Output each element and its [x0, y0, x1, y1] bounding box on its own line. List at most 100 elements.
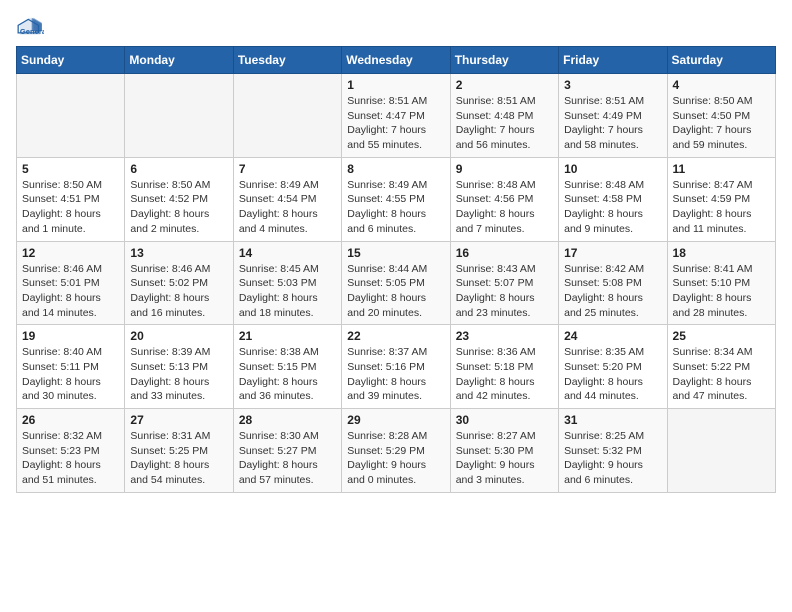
calendar-cell — [17, 74, 125, 158]
calendar-cell: 16 Sunrise: 8:43 AM Sunset: 5:07 PM Dayli… — [450, 241, 558, 325]
calendar-table: SundayMondayTuesdayWednesdayThursdayFrid… — [16, 46, 776, 493]
day-content: Sunrise: 8:51 AM Sunset: 4:48 PM Dayligh… — [456, 94, 553, 153]
calendar-cell: 14 Sunrise: 8:45 AM Sunset: 5:03 PM Dayli… — [233, 241, 341, 325]
calendar-cell: 29 Sunrise: 8:28 AM Sunset: 5:29 PM Dayli… — [342, 409, 450, 493]
day-content: Sunrise: 8:51 AM Sunset: 4:49 PM Dayligh… — [564, 94, 661, 153]
calendar-cell: 27 Sunrise: 8:31 AM Sunset: 5:25 PM Dayli… — [125, 409, 233, 493]
day-content: Sunrise: 8:37 AM Sunset: 5:16 PM Dayligh… — [347, 345, 444, 404]
calendar-week-row: 5Sunrise: 8:50 AM Sunset: 4:51 PM Daylig… — [17, 157, 776, 241]
day-content: Sunrise: 8:36 AM Sunset: 5:18 PM Dayligh… — [456, 345, 553, 404]
day-content: Sunrise: 8:44 AM Sunset: 5:05 PM Dayligh… — [347, 262, 444, 321]
day-number: 16 — [456, 246, 553, 260]
day-number: 20 — [130, 329, 227, 343]
day-content: Sunrise: 8:51 AM Sunset: 4:47 PM Dayligh… — [347, 94, 444, 153]
calendar-cell: 19Sunrise: 8:40 AM Sunset: 5:11 PM Dayli… — [17, 325, 125, 409]
day-number: 4 — [673, 78, 770, 92]
weekday-header: Tuesday — [233, 47, 341, 74]
day-content: Sunrise: 8:35 AM Sunset: 5:20 PM Dayligh… — [564, 345, 661, 404]
calendar-cell — [233, 74, 341, 158]
day-content: Sunrise: 8:49 AM Sunset: 4:54 PM Dayligh… — [239, 178, 336, 237]
day-number: 18 — [673, 246, 770, 260]
day-content: Sunrise: 8:45 AM Sunset: 5:03 PM Dayligh… — [239, 262, 336, 321]
day-number: 23 — [456, 329, 553, 343]
weekday-header: Wednesday — [342, 47, 450, 74]
calendar-cell: 18 Sunrise: 8:41 AM Sunset: 5:10 PM Dayli… — [667, 241, 775, 325]
day-number: 17 — [564, 246, 661, 260]
day-content: Sunrise: 8:25 AM Sunset: 5:32 PM Dayligh… — [564, 429, 661, 488]
day-number: 8 — [347, 162, 444, 176]
day-content: Sunrise: 8:41 AM Sunset: 5:10 PM Dayligh… — [673, 262, 770, 321]
day-number: 29 — [347, 413, 444, 427]
calendar-cell: 8 Sunrise: 8:49 AM Sunset: 4:55 PM Daylig… — [342, 157, 450, 241]
calendar-week-row: 19Sunrise: 8:40 AM Sunset: 5:11 PM Dayli… — [17, 325, 776, 409]
day-content: Sunrise: 8:32 AM Sunset: 5:23 PM Dayligh… — [22, 429, 119, 488]
day-content: Sunrise: 8:46 AM Sunset: 5:01 PM Dayligh… — [22, 262, 119, 321]
day-number: 14 — [239, 246, 336, 260]
day-number: 19 — [22, 329, 119, 343]
calendar-cell: 5Sunrise: 8:50 AM Sunset: 4:51 PM Daylig… — [17, 157, 125, 241]
day-content: Sunrise: 8:27 AM Sunset: 5:30 PM Dayligh… — [456, 429, 553, 488]
calendar-cell: 12 Sunrise: 8:46 AM Sunset: 5:01 PM Dayli… — [17, 241, 125, 325]
day-number: 12 — [22, 246, 119, 260]
weekday-header: Monday — [125, 47, 233, 74]
day-number: 1 — [347, 78, 444, 92]
day-number: 27 — [130, 413, 227, 427]
day-content: Sunrise: 8:46 AM Sunset: 5:02 PM Dayligh… — [130, 262, 227, 321]
day-content: Sunrise: 8:48 AM Sunset: 4:56 PM Dayligh… — [456, 178, 553, 237]
logo: General — [16, 16, 48, 38]
weekday-header: Thursday — [450, 47, 558, 74]
day-number: 3 — [564, 78, 661, 92]
day-number: 25 — [673, 329, 770, 343]
calendar-cell: 31 Sunrise: 8:25 AM Sunset: 5:32 PM Dayli… — [559, 409, 667, 493]
weekday-header: Saturday — [667, 47, 775, 74]
day-content: Sunrise: 8:42 AM Sunset: 5:08 PM Dayligh… — [564, 262, 661, 321]
day-content: Sunrise: 8:49 AM Sunset: 4:55 PM Dayligh… — [347, 178, 444, 237]
day-number: 21 — [239, 329, 336, 343]
calendar-week-row: 26 Sunrise: 8:32 AM Sunset: 5:23 PM Dayli… — [17, 409, 776, 493]
page-header: General — [16, 16, 776, 38]
calendar-cell: 30Sunrise: 8:27 AM Sunset: 5:30 PM Dayli… — [450, 409, 558, 493]
calendar-cell: 1 Sunrise: 8:51 AM Sunset: 4:47 PM Daylig… — [342, 74, 450, 158]
calendar-cell: 17 Sunrise: 8:42 AM Sunset: 5:08 PM Dayli… — [559, 241, 667, 325]
day-number: 6 — [130, 162, 227, 176]
day-content: Sunrise: 8:48 AM Sunset: 4:58 PM Dayligh… — [564, 178, 661, 237]
calendar-cell: 9 Sunrise: 8:48 AM Sunset: 4:56 PM Daylig… — [450, 157, 558, 241]
day-number: 26 — [22, 413, 119, 427]
day-number: 22 — [347, 329, 444, 343]
day-content: Sunrise: 8:50 AM Sunset: 4:50 PM Dayligh… — [673, 94, 770, 153]
svg-text:General: General — [20, 27, 44, 36]
calendar-cell: 3 Sunrise: 8:51 AM Sunset: 4:49 PM Daylig… — [559, 74, 667, 158]
calendar-cell: 26 Sunrise: 8:32 AM Sunset: 5:23 PM Dayli… — [17, 409, 125, 493]
calendar-cell: 28Sunrise: 8:30 AM Sunset: 5:27 PM Dayli… — [233, 409, 341, 493]
day-content: Sunrise: 8:38 AM Sunset: 5:15 PM Dayligh… — [239, 345, 336, 404]
calendar-cell: 2 Sunrise: 8:51 AM Sunset: 4:48 PM Daylig… — [450, 74, 558, 158]
day-number: 28 — [239, 413, 336, 427]
calendar-cell: 10 Sunrise: 8:48 AM Sunset: 4:58 PM Dayli… — [559, 157, 667, 241]
calendar-cell: 21 Sunrise: 8:38 AM Sunset: 5:15 PM Dayli… — [233, 325, 341, 409]
day-number: 11 — [673, 162, 770, 176]
day-number: 31 — [564, 413, 661, 427]
calendar-cell: 13Sunrise: 8:46 AM Sunset: 5:02 PM Dayli… — [125, 241, 233, 325]
day-number: 2 — [456, 78, 553, 92]
day-number: 5 — [22, 162, 119, 176]
day-content: Sunrise: 8:47 AM Sunset: 4:59 PM Dayligh… — [673, 178, 770, 237]
day-number: 9 — [456, 162, 553, 176]
day-content: Sunrise: 8:43 AM Sunset: 5:07 PM Dayligh… — [456, 262, 553, 321]
calendar-cell: 20 Sunrise: 8:39 AM Sunset: 5:13 PM Dayli… — [125, 325, 233, 409]
day-content: Sunrise: 8:31 AM Sunset: 5:25 PM Dayligh… — [130, 429, 227, 488]
day-number: 10 — [564, 162, 661, 176]
calendar-cell: 25Sunrise: 8:34 AM Sunset: 5:22 PM Dayli… — [667, 325, 775, 409]
calendar-cell: 7Sunrise: 8:49 AM Sunset: 4:54 PM Daylig… — [233, 157, 341, 241]
calendar-week-row: 1 Sunrise: 8:51 AM Sunset: 4:47 PM Daylig… — [17, 74, 776, 158]
calendar-week-row: 12 Sunrise: 8:46 AM Sunset: 5:01 PM Dayli… — [17, 241, 776, 325]
weekday-header: Sunday — [17, 47, 125, 74]
day-content: Sunrise: 8:39 AM Sunset: 5:13 PM Dayligh… — [130, 345, 227, 404]
day-number: 15 — [347, 246, 444, 260]
calendar-cell — [125, 74, 233, 158]
calendar-cell: 4 Sunrise: 8:50 AM Sunset: 4:50 PM Daylig… — [667, 74, 775, 158]
logo-icon: General — [16, 16, 44, 38]
calendar-cell: 22 Sunrise: 8:37 AM Sunset: 5:16 PM Dayli… — [342, 325, 450, 409]
weekday-header: Friday — [559, 47, 667, 74]
calendar-cell: 6Sunrise: 8:50 AM Sunset: 4:52 PM Daylig… — [125, 157, 233, 241]
day-content: Sunrise: 8:28 AM Sunset: 5:29 PM Dayligh… — [347, 429, 444, 488]
